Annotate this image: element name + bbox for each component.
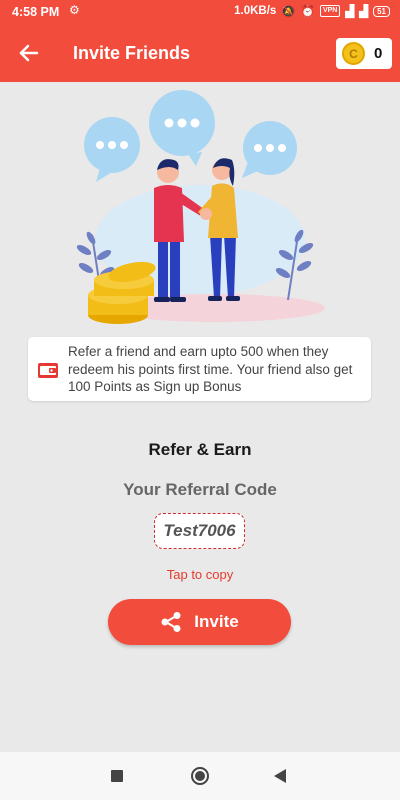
signal-icon-2: ▟ bbox=[359, 6, 369, 18]
coin-stack-icon bbox=[88, 261, 156, 324]
mute-icon: 🔕 bbox=[281, 6, 296, 18]
chat-bubble-center-icon bbox=[149, 90, 215, 166]
referral-info-text: Refer a friend and earn upto 500 when th… bbox=[68, 344, 353, 394]
referral-code-value: Test7006 bbox=[163, 521, 236, 540]
refer-earn-title: Refer & Earn bbox=[148, 440, 252, 459]
back-arrow-icon bbox=[19, 44, 39, 62]
signal-icon: ▟ bbox=[345, 6, 355, 18]
referral-info-card: Refer a friend and earn upto 500 when th… bbox=[28, 337, 371, 401]
back-button[interactable] bbox=[14, 38, 44, 68]
home-button[interactable] bbox=[191, 767, 209, 785]
battery-icon: 51 bbox=[373, 5, 390, 17]
status-time: 4:58 PM bbox=[12, 5, 60, 19]
vpn-badge: VPN bbox=[319, 5, 341, 17]
network-speed: 1.0KB/s bbox=[234, 5, 277, 17]
referral-code-label: Your Referral Code bbox=[123, 480, 277, 499]
coin-icon: C bbox=[342, 42, 365, 65]
chat-bubble-left-icon bbox=[84, 117, 140, 182]
invite-button[interactable]: Invite bbox=[108, 599, 291, 645]
invite-button-label: Invite bbox=[194, 612, 239, 631]
chat-bubble-right-icon bbox=[242, 121, 297, 178]
system-back-button[interactable] bbox=[274, 769, 286, 783]
refer-friends-illustration bbox=[76, 90, 325, 324]
coin-balance[interactable]: C 0 bbox=[336, 38, 392, 69]
page-title: Invite Friends bbox=[73, 43, 191, 63]
share-icon bbox=[161, 612, 181, 632]
system-nav-bar bbox=[0, 752, 400, 800]
status-bar: 4:58 PM ⚙ 1.0KB/s 🔕 ⏰ VPN ▟ ▟ 51 bbox=[0, 0, 400, 24]
app-bar: Invite Friends C 0 bbox=[0, 24, 400, 82]
recents-button[interactable] bbox=[111, 770, 123, 782]
wallet-icon bbox=[38, 363, 58, 378]
status-indicators: 1.0KB/s 🔕 ⏰ VPN ▟ ▟ 51 bbox=[234, 4, 390, 18]
referral-code-box[interactable]: Test7006 bbox=[154, 513, 245, 549]
tap-to-copy-link[interactable]: Tap to copy bbox=[0, 567, 400, 582]
alarm-icon: ⏰ bbox=[300, 6, 315, 18]
coin-count: 0 bbox=[374, 45, 383, 62]
settings-status-icon: ⚙ bbox=[69, 3, 80, 17]
